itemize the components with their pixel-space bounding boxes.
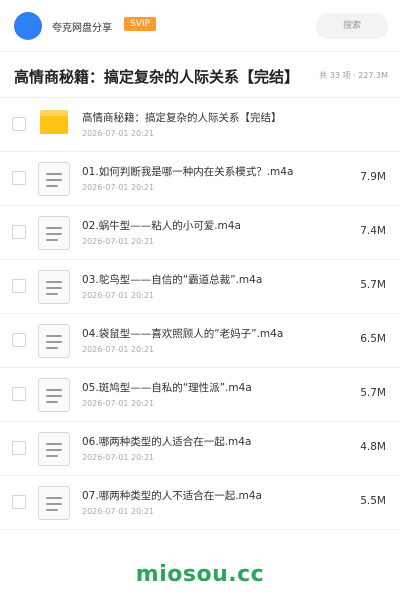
row-checkbox[interactable] [12,279,26,293]
file-icon [38,486,70,520]
row-checkbox[interactable] [12,171,26,185]
item-size: 5.7M [360,387,386,399]
row-checkbox[interactable] [12,225,26,239]
file-icon [38,270,70,304]
search-input[interactable]: 搜索 [316,13,388,39]
item-name[interactable]: 02.蜗牛型——粘人的小可爱.m4a [82,218,241,233]
file-icon [38,378,70,412]
item-date: 2026-07-01 20:21 [82,399,155,408]
item-name[interactable]: 03.鸵鸟型——自信的“霸道总裁”.m4a [82,272,262,287]
folder-header: 高情商秘籍：搞定复杂的人际关系【完结】 共 33 项 · 227.3M [0,52,400,98]
item-date: 2026-07-01 20:21 [82,453,155,462]
file-row[interactable]: 03.鸵鸟型——自信的“霸道总裁”.m4a 2026-07-01 20:21 5.7… [0,260,400,314]
item-name[interactable]: 高情商秘籍：搞定复杂的人际关系【完结】 [82,110,282,125]
row-checkbox[interactable] [12,333,26,347]
item-name[interactable]: 01.如何判断我是哪一种内在关系模式？.m4a [82,164,293,179]
file-row[interactable]: 01.如何判断我是哪一种内在关系模式？.m4a 2026-07-01 20:21 7… [0,152,400,206]
item-date: 2026-07-01 20:21 [82,507,155,516]
file-row[interactable]: 06.哪两种类型的人适合在一起.m4a 2026-07-01 20:21 4.8M [0,422,400,476]
row-checkbox[interactable] [12,387,26,401]
item-date: 2026-07-01 20:21 [82,345,155,354]
watermark: miosou.cc [135,562,265,587]
item-date: 2026-07-01 20:21 [82,129,155,138]
item-date: 2026-07-01 20:21 [82,291,155,300]
file-icon [38,324,70,358]
file-row[interactable]: 04.袋鼠型——喜欢照顾人的“老妈子”.m4a 2026-07-01 20:21 6… [0,314,400,368]
item-name[interactable]: 06.哪两种类型的人适合在一起.m4a [82,434,251,449]
item-size: 7.4M [360,225,386,237]
item-size: 5.7M [360,279,386,291]
item-date: 2026-07-01 20:21 [82,237,155,246]
item-name[interactable]: 04.袋鼠型——喜欢照顾人的“老妈子”.m4a [82,326,283,341]
row-checkbox[interactable] [12,441,26,455]
folder-icon [38,108,70,142]
file-icon [38,216,70,250]
item-name[interactable]: 05.斑鸠型——自私的“理性派”.m4a [82,380,252,395]
avatar[interactable] [14,12,42,40]
file-icon [38,162,70,196]
svip-badge[interactable]: SVIP [124,17,156,31]
item-size: 6.5M [360,333,386,345]
app-name: 夸克网盘分享 [52,23,112,34]
row-checkbox[interactable] [12,495,26,509]
folder-row[interactable]: 高情商秘籍：搞定复杂的人际关系【完结】 2026-07-01 20:21 [0,98,400,152]
item-size: 4.8M [360,441,386,453]
file-icon [38,432,70,466]
item-summary: 共 33 项 · 227.3M [319,71,388,80]
file-row[interactable]: 02.蜗牛型——粘人的小可爱.m4a 2026-07-01 20:21 7.4M [0,206,400,260]
row-checkbox[interactable] [12,117,26,131]
item-name[interactable]: 07.哪两种类型的人不适合在一起.m4a [82,488,262,503]
file-list: 高情商秘籍：搞定复杂的人际关系【完结】 2026-07-01 20:21 01.如何… [0,98,400,530]
file-row[interactable]: 07.哪两种类型的人不适合在一起.m4a 2026-07-01 20:21 5.5M [0,476,400,530]
page-title: 高情商秘籍：搞定复杂的人际关系【完结】 [14,68,300,86]
file-row[interactable]: 05.斑鸠型——自私的“理性派”.m4a 2026-07-01 20:21 5.7M [0,368,400,422]
top-bar: 夸克网盘分享 SVIP 搜索 [0,0,400,52]
item-size: 7.9M [360,171,386,183]
item-size: 5.5M [360,495,386,507]
item-date: 2026-07-01 20:21 [82,183,155,192]
